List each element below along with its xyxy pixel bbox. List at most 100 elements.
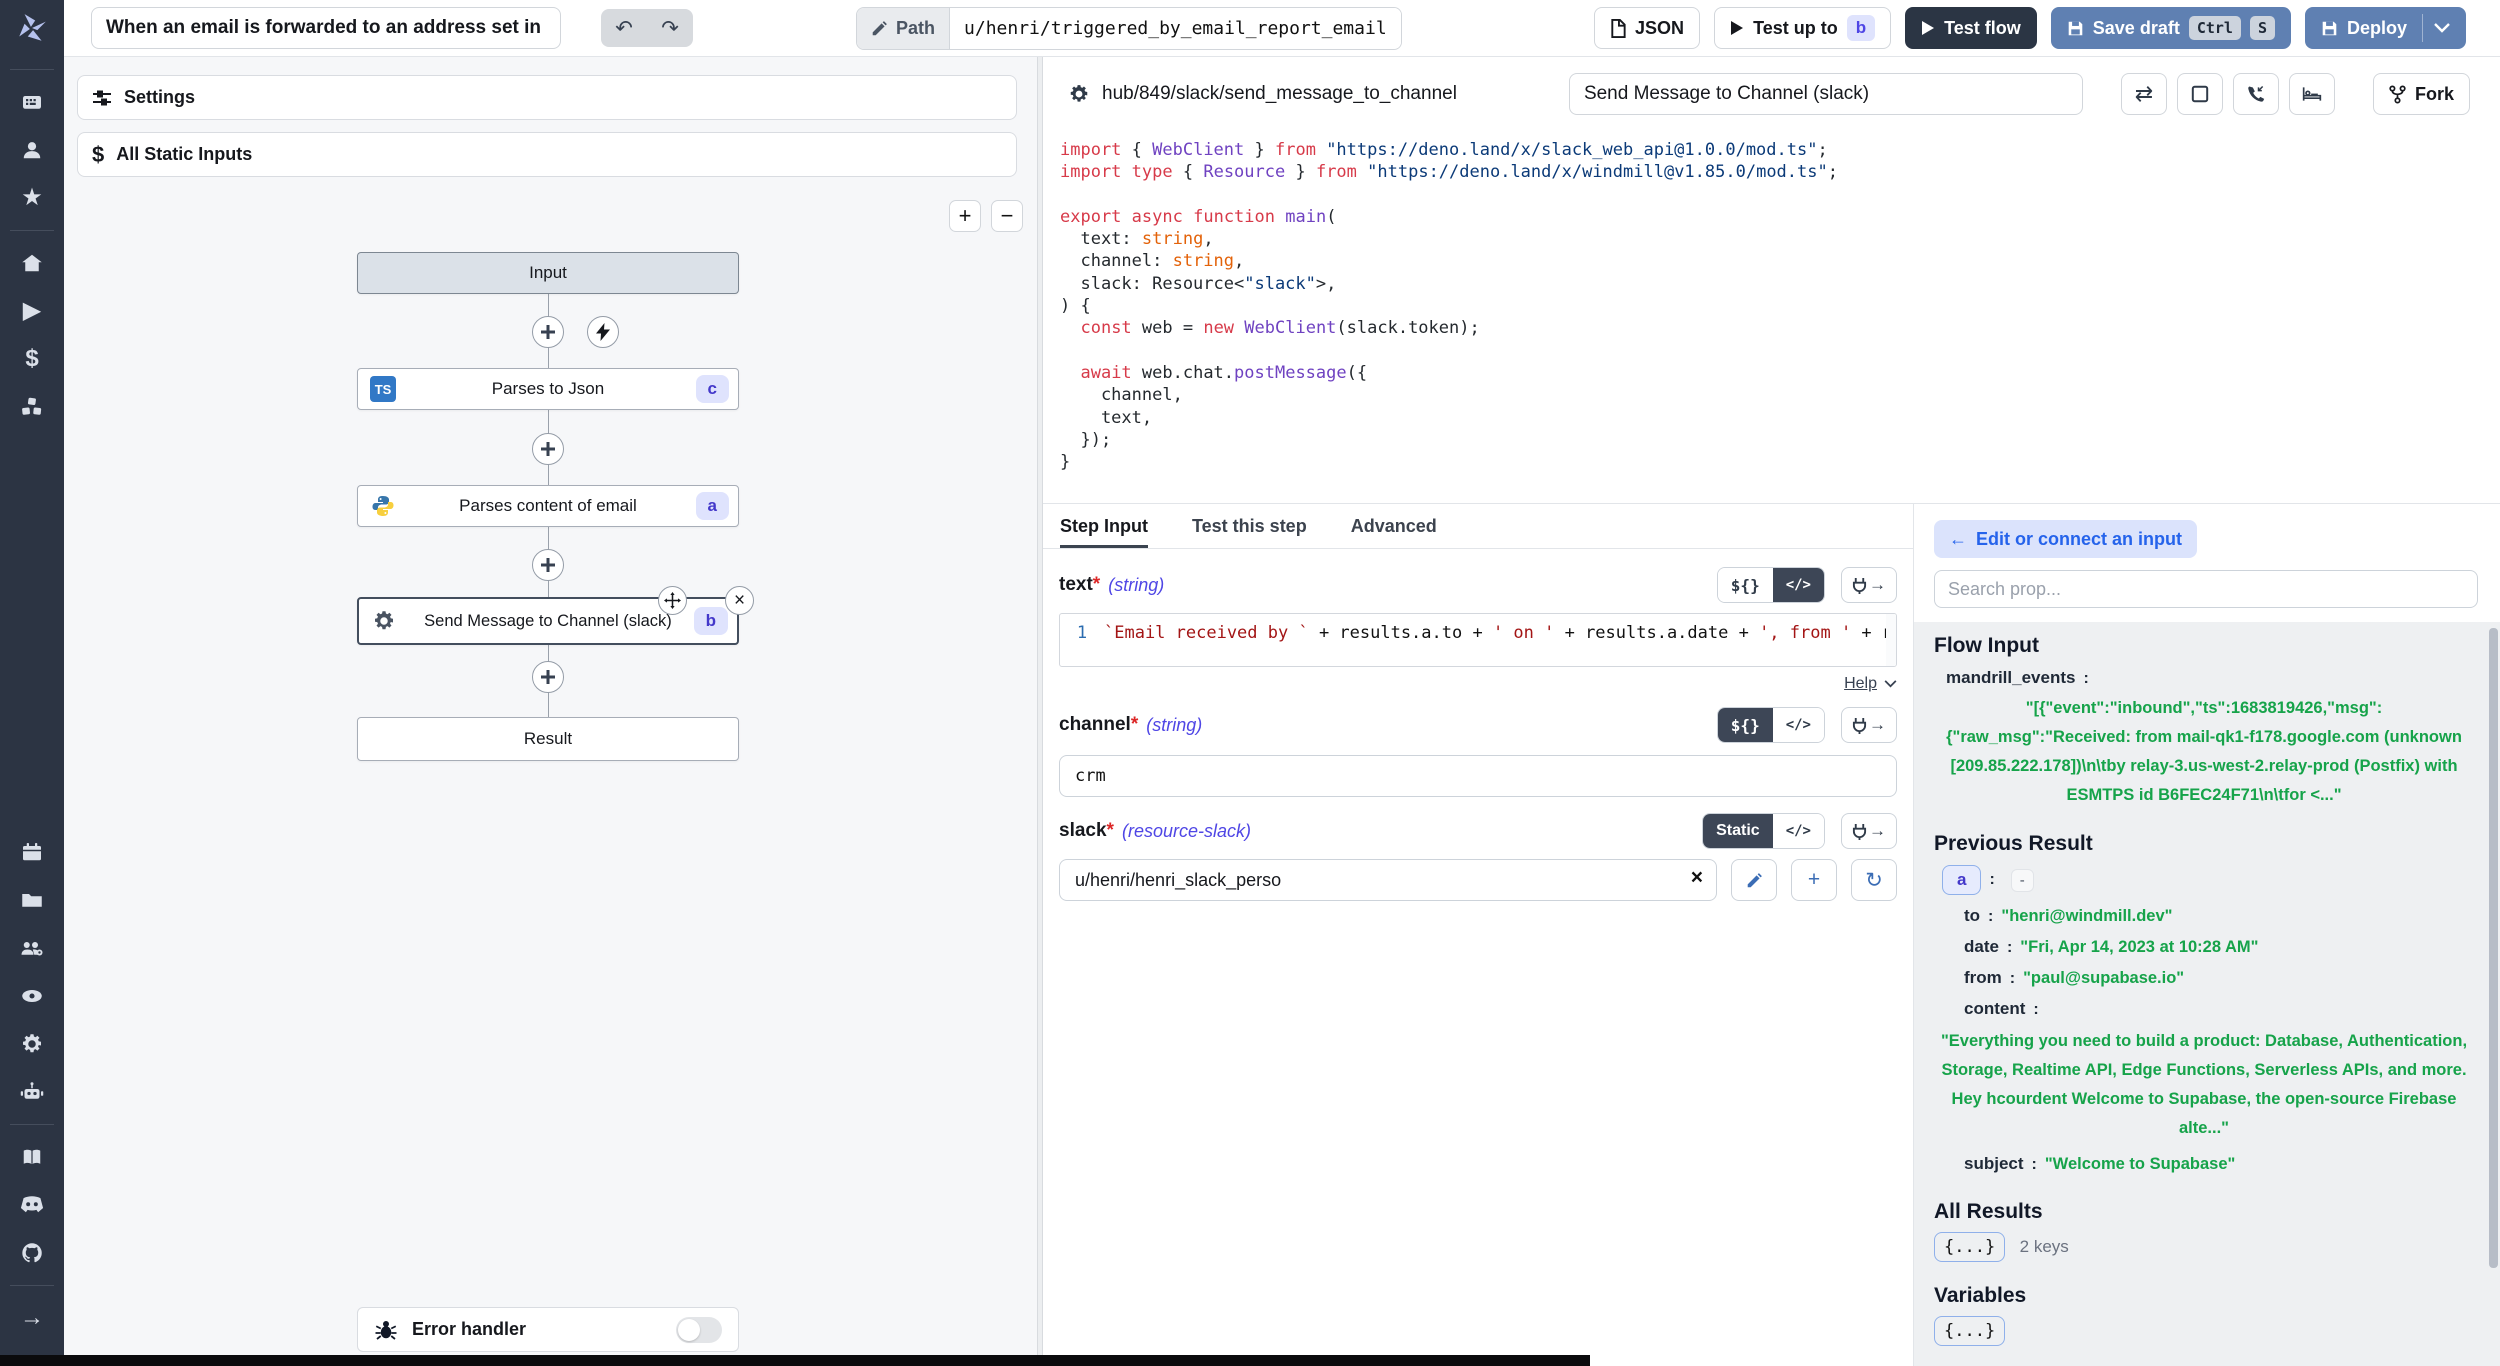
- fork-button[interactable]: Fork: [2373, 73, 2470, 115]
- connect-input-button[interactable]: →: [1841, 567, 1897, 603]
- json-button-label: JSON: [1635, 18, 1684, 39]
- field-text-type: (string): [1108, 575, 1164, 596]
- resources-icon[interactable]: [10, 385, 54, 429]
- docs-book-icon[interactable]: [10, 1135, 54, 1179]
- channel-input-mode-toggle: ${} </>: [1717, 707, 1825, 743]
- static-mode-button[interactable]: Static: [1703, 814, 1773, 848]
- add-step-button[interactable]: [532, 316, 564, 348]
- suspend-step-button[interactable]: [2233, 73, 2279, 115]
- code-mode-button[interactable]: </>: [1773, 708, 1824, 742]
- code-mode-button[interactable]: </>: [1773, 814, 1824, 848]
- result-field-value: "henri@windmill.dev": [2001, 907, 2172, 926]
- prop-picker-scrollbar[interactable]: [2489, 628, 2498, 1268]
- swap-script-button[interactable]: ⇄: [2121, 73, 2167, 115]
- node-input[interactable]: Input: [357, 252, 739, 294]
- test-flow-button[interactable]: Test flow: [1905, 7, 2037, 49]
- test-flow-label: Test flow: [1944, 18, 2021, 39]
- variables-object-chip[interactable]: {...}: [1934, 1316, 2005, 1346]
- schedules-icon[interactable]: [10, 830, 54, 874]
- channel-value-input[interactable]: [1059, 755, 1897, 797]
- search-prop-input[interactable]: [1934, 570, 2478, 608]
- star-icon[interactable]: ★: [10, 176, 54, 220]
- all-static-inputs-label: All Static Inputs: [116, 144, 252, 165]
- save-draft-button[interactable]: Save draft Ctrl S: [2051, 7, 2291, 49]
- chevron-down-icon[interactable]: [1884, 680, 1897, 688]
- audit-logs-icon[interactable]: [10, 974, 54, 1018]
- flow-input-key-row[interactable]: mandrill_events:: [1934, 668, 2474, 688]
- result-field-date[interactable]: date:"Fri, Apr 14, 2023 at 10:28 AM": [1934, 937, 2474, 957]
- code-mode-button[interactable]: </>: [1773, 568, 1824, 602]
- edit-resource-button[interactable]: [1731, 859, 1777, 901]
- github-icon[interactable]: [10, 1231, 54, 1275]
- flow-input-value[interactable]: "[{"event":"inbound","ts":1683819426,"ms…: [1934, 694, 2474, 810]
- json-button[interactable]: JSON: [1594, 7, 1700, 49]
- all-results-object-chip[interactable]: {...}: [1934, 1232, 2005, 1262]
- add-resource-button[interactable]: +: [1791, 859, 1837, 901]
- edit-or-connect-button[interactable]: ← Edit or connect an input: [1934, 520, 2197, 558]
- apps-icon[interactable]: [10, 80, 54, 124]
- collapse-button[interactable]: -: [2011, 869, 2034, 892]
- settings-gear-icon[interactable]: [10, 1022, 54, 1066]
- error-handler-toggle[interactable]: [676, 1317, 722, 1343]
- tab-step-input[interactable]: Step Input: [1060, 504, 1148, 548]
- result-field-from[interactable]: from:"paul@supabase.io": [1934, 968, 2474, 988]
- add-step-button[interactable]: [532, 549, 564, 581]
- slack-resource-input[interactable]: [1059, 859, 1717, 901]
- home-icon[interactable]: [10, 241, 54, 285]
- expand-sidebar-arrow-icon[interactable]: →: [10, 1296, 54, 1340]
- code-line-4: export async function main(: [1060, 206, 2500, 228]
- chevron-down-icon[interactable]: [2434, 23, 2450, 33]
- step-name-input[interactable]: [1569, 73, 2083, 115]
- error-handler-card[interactable]: Error handler: [357, 1307, 739, 1352]
- folders-icon[interactable]: [10, 878, 54, 922]
- tab-test-this-step[interactable]: Test this step: [1192, 504, 1307, 548]
- flow-title-input[interactable]: [91, 7, 561, 49]
- all-static-inputs-bar[interactable]: $ All Static Inputs: [77, 132, 1017, 177]
- graph-zoom-out-button[interactable]: −: [991, 200, 1023, 232]
- connect-input-button[interactable]: →: [1841, 707, 1897, 743]
- clear-resource-icon[interactable]: ×: [1691, 866, 1703, 890]
- stop-after-step-button[interactable]: [2177, 73, 2223, 115]
- node-parses-to-json[interactable]: TS Parses to Json c: [357, 368, 739, 410]
- arrow-right-icon: →: [1869, 715, 1886, 735]
- deploy-button[interactable]: Deploy: [2305, 7, 2466, 49]
- plus-icon: [540, 557, 556, 573]
- result-key-badge[interactable]: a: [1942, 865, 1981, 895]
- result-field-to[interactable]: to:"henri@windmill.dev": [1934, 906, 2474, 926]
- template-mode-button[interactable]: ${}: [1718, 568, 1773, 602]
- add-trigger-button[interactable]: [587, 316, 619, 348]
- sleep-step-button[interactable]: [2289, 73, 2335, 115]
- node-result[interactable]: Result: [357, 717, 739, 761]
- result-field-content[interactable]: content:: [1934, 999, 2474, 1019]
- graph-zoom-in-button[interactable]: +: [949, 200, 981, 232]
- result-field-subject[interactable]: subject:"Welcome to Supabase": [1934, 1154, 2474, 1174]
- hub-script-path[interactable]: hub/849/slack/send_message_to_channel: [1068, 83, 1457, 105]
- redo-button[interactable]: ↷: [647, 9, 693, 47]
- user-icon[interactable]: [10, 128, 54, 172]
- help-link[interactable]: Help: [1844, 675, 1877, 693]
- template-mode-button[interactable]: ${}: [1718, 708, 1773, 742]
- flow-settings-bar[interactable]: Settings: [77, 75, 1017, 120]
- test-up-to-step-badge[interactable]: b: [1847, 15, 1875, 41]
- node-parses-content-of-email[interactable]: Parses content of email a: [357, 485, 739, 527]
- code-editor[interactable]: import { WebClient } from "https://deno.…: [1043, 131, 2500, 503]
- path-value[interactable]: u/henri/triggered_by_email_report_email: [950, 8, 1401, 49]
- add-step-button[interactable]: [532, 661, 564, 693]
- undo-button[interactable]: ↶: [601, 9, 647, 47]
- move-step-button[interactable]: [658, 586, 687, 615]
- test-up-to-button[interactable]: Test up to b: [1714, 7, 1891, 49]
- path-control[interactable]: Path u/henri/triggered_by_email_report_e…: [856, 7, 1402, 50]
- workers-icon[interactable]: [10, 1070, 54, 1114]
- refresh-resource-button[interactable]: ↻: [1851, 859, 1897, 901]
- windmill-logo-icon[interactable]: [15, 12, 49, 51]
- delete-step-button[interactable]: ×: [725, 586, 754, 615]
- groups-icon[interactable]: [10, 926, 54, 970]
- tab-advanced[interactable]: Advanced: [1351, 504, 1437, 548]
- bed-icon: [2302, 85, 2322, 103]
- runs-icon[interactable]: ▶: [10, 289, 54, 333]
- add-step-button[interactable]: [532, 433, 564, 465]
- discord-icon[interactable]: [10, 1183, 54, 1227]
- connect-input-button[interactable]: →: [1841, 813, 1897, 849]
- text-expression-editor[interactable]: 1 `Email received by ` + results.a.to + …: [1059, 613, 1897, 667]
- variables-icon[interactable]: $: [10, 337, 54, 381]
